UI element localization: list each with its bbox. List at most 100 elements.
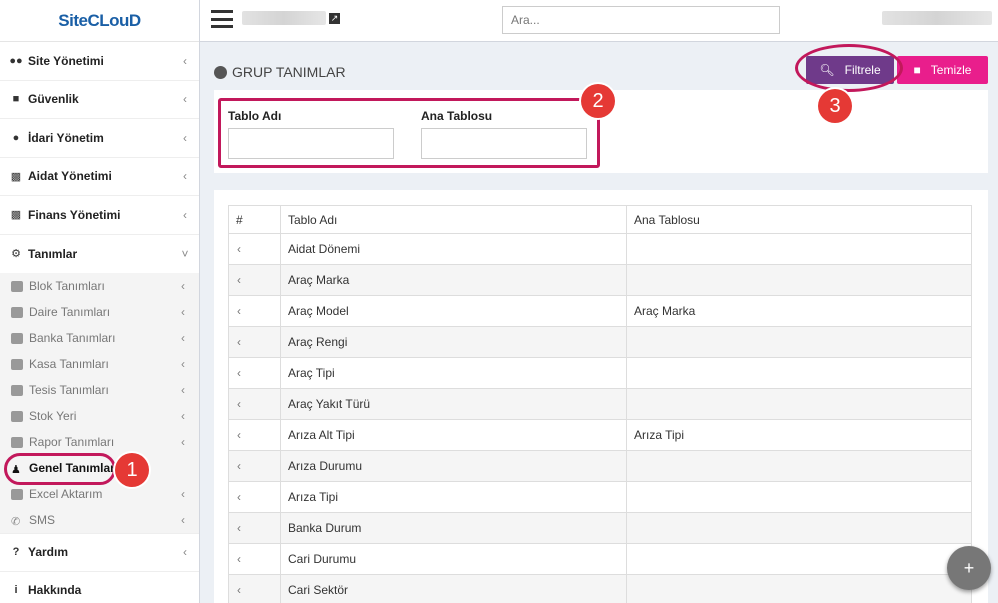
row-expand-icon[interactable]: ‹ bbox=[228, 574, 281, 603]
row-expand-icon[interactable]: ‹ bbox=[228, 512, 281, 544]
sidebar-item-aidat-yonetimi[interactable]: ▩ Aidat Yönetimi ‹ bbox=[0, 158, 199, 196]
row-expand-icon[interactable]: ‹ bbox=[228, 388, 281, 420]
table-cell bbox=[626, 388, 972, 420]
sidebar-subitem-tesis-tanimlari[interactable]: Tesis Tanımları ‹ bbox=[0, 377, 199, 403]
table-cell: Arıza Durumu bbox=[280, 450, 627, 482]
table-cell bbox=[626, 574, 972, 603]
sidebar-item-yardim[interactable]: ? Yardım ‹ bbox=[0, 533, 199, 572]
sidebar-item-label: Hakkında bbox=[28, 583, 82, 598]
search-input[interactable] bbox=[502, 6, 780, 34]
external-link-icon[interactable]: ↗ bbox=[329, 13, 340, 24]
annotation-badge-3: 3 bbox=[818, 89, 852, 123]
sidebar-item-label: Tanımlar bbox=[28, 246, 78, 261]
chevron-left-icon: ‹ bbox=[183, 53, 187, 68]
sidebar-subitem-sms[interactable]: ✆ SMS ‹ bbox=[0, 507, 199, 533]
sidebar-item-label: Finans Yönetimi bbox=[28, 207, 121, 222]
table-row[interactable]: ‹ Araç Marka bbox=[228, 264, 972, 296]
table-cell bbox=[626, 326, 972, 358]
sidebar-subitem-label: SMS bbox=[29, 513, 56, 527]
table-cell: Cari Sektör bbox=[280, 574, 627, 603]
column-header[interactable]: # bbox=[228, 205, 281, 234]
annotation-box-filter-fields bbox=[218, 98, 600, 168]
tanimlar-submenu: Blok Tanımları ‹ Daire Tanımları ‹ Banka… bbox=[0, 273, 199, 533]
sidebar-item-tanimlar[interactable]: ⚙ Tanımlar ˅ bbox=[0, 235, 199, 274]
page-title-text: GRUP TANIMLAR bbox=[232, 64, 346, 80]
add-fab-button[interactable]: + bbox=[947, 546, 991, 590]
row-expand-icon[interactable]: ‹ bbox=[228, 543, 281, 575]
table-cell: Arıza Tipi bbox=[626, 419, 972, 451]
sidebar-subitem-label: Blok Tanımları bbox=[29, 279, 105, 293]
row-expand-icon[interactable]: ‹ bbox=[228, 419, 281, 451]
row-expand-icon[interactable]: ‹ bbox=[228, 357, 281, 389]
annotation-badge-1: 1 bbox=[115, 453, 149, 487]
table-row[interactable]: ‹ Banka Durum bbox=[228, 512, 972, 544]
table-row[interactable]: ‹ Araç Yakıt Türü bbox=[228, 388, 972, 420]
table-cell: Araç Tipi bbox=[280, 357, 627, 389]
sidebar-item-label: Güvenlik bbox=[28, 92, 79, 107]
table-row[interactable]: ‹ Cari Sektör bbox=[228, 574, 972, 603]
user-name-redacted[interactable] bbox=[882, 11, 992, 25]
row-expand-icon[interactable]: ‹ bbox=[228, 233, 281, 265]
lock-icon: ■ bbox=[12, 93, 20, 106]
table-row[interactable]: ‹ Arıza Durumu bbox=[228, 450, 972, 482]
chevron-left-icon: ‹ bbox=[181, 409, 185, 423]
column-header[interactable]: Ana Tablosu bbox=[626, 205, 972, 234]
table-cell bbox=[626, 264, 972, 296]
sidebar-subitem-label: Stok Yeri bbox=[29, 409, 77, 423]
table-row[interactable]: ‹ Araç Tipi bbox=[228, 357, 972, 389]
column-header[interactable]: Tablo Adı bbox=[280, 205, 627, 234]
annotation-ring-filter-button bbox=[795, 44, 903, 92]
table-row[interactable]: ‹ Arıza Tipi bbox=[228, 481, 972, 513]
sidebar-subitem-blok-tanimlari[interactable]: Blok Tanımları ‹ bbox=[0, 273, 199, 299]
money-icon bbox=[11, 358, 23, 370]
chevron-left-icon: ‹ bbox=[181, 487, 185, 501]
sidebar-subitem-stok-yeri[interactable]: Stok Yeri ‹ bbox=[0, 403, 199, 429]
table-row[interactable]: ‹ Araç Model Araç Marka bbox=[228, 295, 972, 327]
box-icon bbox=[11, 384, 23, 396]
row-expand-icon[interactable]: ‹ bbox=[228, 481, 281, 513]
logo[interactable]: SiteCLouD bbox=[0, 0, 199, 42]
table-cell: Banka Durum bbox=[280, 512, 627, 544]
sidebar-item-guvenlik[interactable]: ■ Güvenlik ‹ bbox=[0, 81, 199, 119]
topbar: ↗ bbox=[200, 0, 998, 42]
row-expand-icon[interactable]: ‹ bbox=[228, 326, 281, 358]
sidebar-subitem-kasa-tanimlari[interactable]: Kasa Tanımları ‹ bbox=[0, 351, 199, 377]
clear-button[interactable]: ■ Temizle bbox=[897, 56, 988, 84]
row-expand-icon[interactable]: ‹ bbox=[228, 295, 281, 327]
hamburger-menu-icon[interactable] bbox=[211, 10, 233, 28]
table-cell bbox=[626, 357, 972, 389]
table-cell: Araç Marka bbox=[626, 295, 972, 327]
annotation-badge-2: 2 bbox=[581, 84, 615, 118]
annotation-ring-genel-tanimlar bbox=[4, 453, 116, 485]
sidebar-item-hakkinda[interactable]: i Hakkında bbox=[0, 572, 199, 603]
chevron-left-icon: ‹ bbox=[183, 207, 187, 222]
door-icon bbox=[11, 306, 23, 318]
table-row[interactable]: ‹ Arıza Alt Tipi Arıza Tipi bbox=[228, 419, 972, 451]
sidebar-subitem-rapor-tanimlari[interactable]: Rapor Tanımları ‹ bbox=[0, 429, 199, 455]
row-expand-icon[interactable]: ‹ bbox=[228, 264, 281, 296]
sidebar-subitem-label: Banka Tanımları bbox=[29, 331, 116, 345]
sidebar-item-finans-yonetimi[interactable]: ▩ Finans Yönetimi ‹ bbox=[0, 196, 199, 235]
table-cell: Araç Model bbox=[280, 295, 627, 327]
sidebar-item-idari-yonetim[interactable]: ● İdari Yönetim ‹ bbox=[0, 119, 199, 158]
sidebar-item-site-yonetimi[interactable]: ●● Site Yönetimi ‹ bbox=[0, 42, 199, 81]
chevron-left-icon: ‹ bbox=[183, 169, 187, 184]
page-title: GRUP TANIMLAR bbox=[214, 64, 346, 80]
sidebar-item-label: Site Yönetimi bbox=[28, 53, 104, 68]
table-cell bbox=[626, 233, 972, 265]
chevron-left-icon: ‹ bbox=[181, 513, 185, 527]
table-row[interactable]: ‹ Aidat Dönemi bbox=[228, 233, 972, 265]
chevron-down-icon: ˅ bbox=[181, 246, 189, 261]
chevron-left-icon: ‹ bbox=[183, 130, 187, 145]
logo-text: SiteCLouD bbox=[58, 10, 141, 30]
building-icon bbox=[11, 280, 23, 292]
table-row[interactable]: ‹ Araç Rengi bbox=[228, 326, 972, 358]
sidebar-subitem-banka-tanimlari[interactable]: Banka Tanımları ‹ bbox=[0, 325, 199, 351]
table-cell: Aidat Dönemi bbox=[280, 233, 627, 265]
table-cell: Arıza Alt Tipi bbox=[280, 419, 627, 451]
table-row[interactable]: ‹ Cari Durumu bbox=[228, 543, 972, 575]
sidebar-item-label: İdari Yönetim bbox=[28, 130, 104, 145]
report-icon bbox=[11, 436, 23, 448]
sidebar-subitem-daire-tanimlari[interactable]: Daire Tanımları ‹ bbox=[0, 299, 199, 325]
row-expand-icon[interactable]: ‹ bbox=[228, 450, 281, 482]
